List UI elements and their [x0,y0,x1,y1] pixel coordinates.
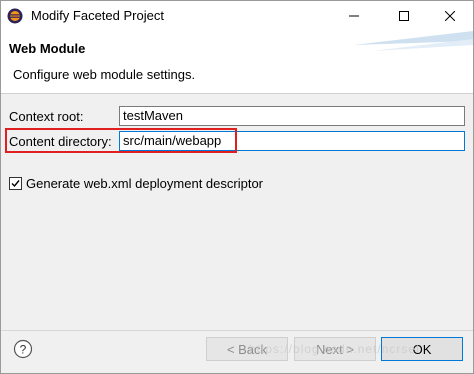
next-button[interactable]: Next > [294,337,376,361]
footer-separator [1,330,473,331]
banner-decoration [353,31,473,51]
maximize-button[interactable] [381,1,427,31]
page-title: Web Module [9,41,86,56]
minimize-icon [349,15,359,17]
window-title: Modify Faceted Project [31,8,164,23]
settings-panel: Context root: testMaven Content director… [1,94,473,330]
maximize-icon [399,11,409,21]
content-directory-label: Content directory: [9,134,112,149]
eclipse-icon [7,8,23,24]
context-root-input[interactable]: testMaven [119,106,465,126]
help-button[interactable]: ? [13,339,33,359]
minimize-button[interactable] [331,1,377,31]
back-button[interactable]: < Back [206,337,288,361]
dialog-window: Modify Faceted Project Web Module Config… [0,0,474,374]
generate-descriptor-label: Generate web.xml deployment descriptor [26,176,264,191]
close-button[interactable] [427,1,473,31]
ok-button[interactable]: OK [381,337,463,361]
content-directory-input[interactable]: src/main/webapp [119,131,465,151]
wizard-banner: Web Module Configure web module settings… [1,31,473,94]
close-icon [445,11,455,21]
context-root-label: Context root: [9,109,84,124]
generate-descriptor-checkbox[interactable] [9,177,22,190]
generate-descriptor-row[interactable]: Generate web.xml deployment descriptor [9,176,263,191]
page-description: Configure web module settings. [13,67,196,82]
checkmark-icon [11,180,20,188]
svg-text:?: ? [20,343,27,357]
help-icon: ? [13,339,33,359]
title-bar: Modify Faceted Project [1,1,473,31]
